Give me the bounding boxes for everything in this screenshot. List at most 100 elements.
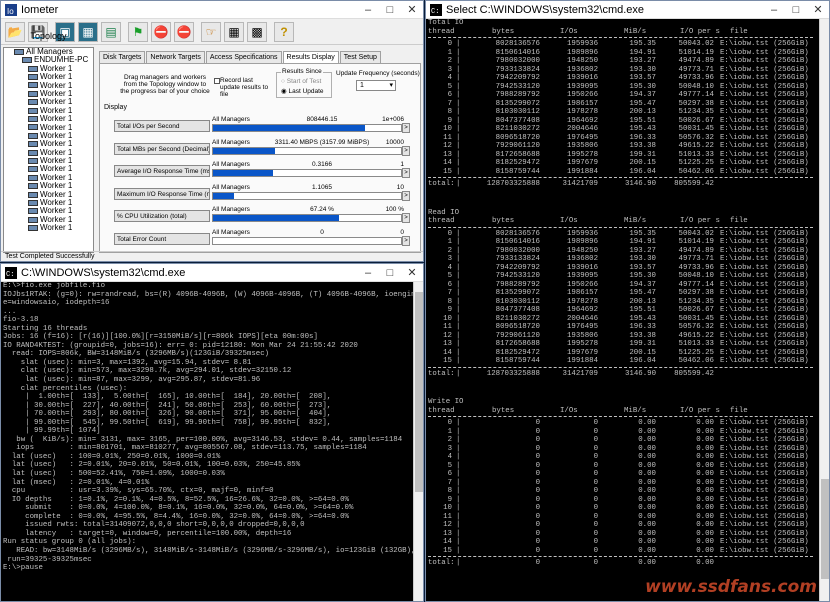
topology-worker[interactable]: Worker 1 bbox=[4, 224, 93, 232]
maximize-icon[interactable]: □ bbox=[785, 4, 807, 16]
metric-select-button[interactable]: Maximum I/O Response Time (ms) bbox=[114, 187, 210, 200]
config-icon[interactable]: ▦ bbox=[224, 21, 244, 42]
column-divider: | bbox=[456, 369, 461, 378]
metric-row: All Managers 808446.15 1e+006 > bbox=[212, 116, 410, 136]
metric-arrow-button[interactable]: > bbox=[402, 235, 410, 246]
stop-all-icon[interactable]: ⛔ bbox=[174, 21, 194, 42]
reset-icon[interactable]: ☞ bbox=[201, 21, 221, 42]
scrollbar-thumb[interactable] bbox=[415, 292, 423, 492]
table-cell: E:\iobw.tst (256GiB) bbox=[720, 340, 809, 348]
total-cell: 805599.42 bbox=[674, 369, 714, 378]
worker-icon bbox=[28, 132, 38, 139]
stop-icon[interactable]: ⛔ bbox=[151, 21, 171, 42]
cmd-scrollbar[interactable] bbox=[819, 19, 829, 601]
maximize-icon[interactable]: □ bbox=[379, 4, 401, 16]
table-cell: E:\iobw.tst (256GiB) bbox=[720, 255, 809, 263]
table-cell: E:\iobw.tst (256GiB) bbox=[720, 280, 809, 289]
metric-arrow-button[interactable]: > bbox=[402, 123, 410, 133]
radio-start-of-test[interactable]: ○ Start of Test bbox=[281, 78, 321, 85]
table-cell: 8182529472 bbox=[495, 348, 540, 357]
minimize-icon[interactable]: – bbox=[357, 267, 379, 279]
radio-last-update[interactable]: ◉ Last Update bbox=[281, 87, 324, 95]
console-line: | 1.00th=[ 133], 5.00th=[ 165], 10.00th=… bbox=[3, 393, 332, 402]
diskspd-output[interactable]: Total IO thread bytes I/Os MiB/s I/O per s fil… bbox=[426, 19, 819, 601]
metric-arrow-button[interactable]: > bbox=[402, 213, 410, 223]
table-cell: 3 bbox=[447, 255, 452, 263]
maximize-icon[interactable]: □ bbox=[379, 267, 401, 279]
table-cell: 50026.67 bbox=[678, 306, 714, 314]
topology-tree[interactable]: All Managers ENDUMHE-PC Worker 1 Worker 1 Wo… bbox=[3, 47, 94, 253]
column-divider: | bbox=[456, 133, 461, 142]
table-cell: 8096518720 bbox=[495, 323, 540, 331]
table-cell: 7 bbox=[447, 99, 452, 108]
console-line: lat (usec) : 2=0.01%, 20=0.01%, 50=0.01%… bbox=[3, 461, 301, 470]
minimize-icon[interactable]: – bbox=[763, 4, 785, 16]
help-icon[interactable]: ? bbox=[274, 21, 294, 42]
metric-bar-track bbox=[212, 191, 402, 200]
table-cell: 195.30 bbox=[629, 82, 656, 91]
table-cell: 49773.71 bbox=[678, 255, 714, 263]
section-title: Write IO bbox=[428, 398, 464, 406]
table-row: 11 8096518720 1976495 196.33 50576.32 E:\iobw… bbox=[428, 134, 819, 143]
total-cell: 128703325888 bbox=[486, 180, 540, 188]
worker-icon[interactable]: ▤ bbox=[101, 21, 121, 42]
start-icon[interactable]: ⚑ bbox=[128, 21, 148, 42]
minimize-icon[interactable]: – bbox=[357, 4, 379, 16]
table-cell: E:\iobw.tst (256GiB) bbox=[720, 40, 809, 48]
tab-test-setup[interactable]: Test Setup bbox=[339, 51, 381, 63]
table-cell: 49474.89 bbox=[678, 57, 714, 65]
tab-network-targets[interactable]: Network Targets bbox=[146, 51, 205, 63]
table-cell: 49777.14 bbox=[678, 91, 714, 99]
metric-select-button[interactable]: Total Error Count bbox=[114, 232, 210, 245]
column-divider: | bbox=[456, 142, 461, 150]
metric-select-button[interactable]: Average I/O Response Time (ms) bbox=[114, 165, 210, 177]
metric-select-button[interactable]: % CPU Utilization (total) bbox=[114, 210, 210, 222]
tab-access-specifications[interactable]: Access Specifications bbox=[205, 51, 282, 63]
table-cell: E:\iobw.tst (256GiB) bbox=[720, 74, 809, 82]
table-cell: E:\iobw.tst (256GiB) bbox=[720, 521, 809, 529]
table-cell: 8158759744 bbox=[495, 357, 540, 365]
column-divider: | bbox=[456, 99, 461, 108]
fio-titlebar[interactable]: C: C:\WINDOWS\system32\cmd.exe – □ ✕ bbox=[1, 264, 423, 282]
table-cell: 11 bbox=[443, 133, 452, 142]
column-divider: | bbox=[456, 116, 461, 125]
update-frequency-select[interactable]: 1 ▾ bbox=[356, 80, 396, 91]
column-divider: | bbox=[456, 529, 461, 538]
console-line: slat (usec): min=3, max=1392, avg=15.94,… bbox=[3, 358, 252, 367]
close-icon[interactable]: ✕ bbox=[401, 3, 423, 16]
table-cell: E:\iobw.tst (256GiB) bbox=[720, 495, 809, 504]
tab-results-display[interactable]: Results Display bbox=[282, 51, 339, 63]
metric-value: 0 bbox=[320, 228, 324, 236]
metric-arrow-button[interactable]: > bbox=[402, 145, 410, 156]
table-cell: 1978278 bbox=[566, 108, 598, 116]
iometer-titlebar[interactable]: Io Iometer – □ ✕ bbox=[1, 1, 423, 19]
metric-bar-fill bbox=[213, 192, 234, 199]
metric-arrow-button[interactable]: > bbox=[402, 190, 410, 201]
fio-console-output[interactable]: E:\>fio.exe jobfile.fio IOJbs1RTAK: (g=0)… bbox=[1, 282, 413, 601]
table-cell: 0 bbox=[535, 427, 540, 436]
status-bar: Test Completed Successfully bbox=[1, 251, 423, 261]
metric-select-button[interactable]: Total I/Os per Second bbox=[114, 120, 210, 132]
fio-scrollbar[interactable] bbox=[413, 282, 423, 601]
table-cell: E:\iobw.tst (256GiB) bbox=[720, 133, 809, 142]
worker-icon bbox=[28, 141, 38, 148]
metric-arrow-button[interactable]: > bbox=[402, 168, 410, 178]
table-cell: 2004646 bbox=[566, 314, 598, 323]
update-frequency-value: 1 bbox=[360, 82, 364, 89]
table-cell: 0.00 bbox=[696, 504, 714, 512]
table-cell: 1978278 bbox=[566, 297, 598, 306]
close-icon[interactable]: ✕ bbox=[401, 266, 423, 279]
close-icon[interactable]: ✕ bbox=[807, 3, 829, 16]
table-cell: E:\iobw.tst (256GiB) bbox=[720, 91, 809, 99]
cmd-titlebar[interactable]: C: Select C:\WINDOWS\system32\cmd.exe – … bbox=[426, 1, 829, 19]
table-row: 9 8047377408 1964692 195.51 50026.67 E:\iobw.… bbox=[428, 306, 819, 315]
tab-disk-targets[interactable]: Disk Targets bbox=[99, 51, 146, 63]
scrollbar-thumb[interactable] bbox=[821, 479, 829, 579]
metric-select-button[interactable]: Total MBs per Second (Decimal) bbox=[114, 142, 210, 155]
config2-icon[interactable]: ▩ bbox=[247, 21, 267, 42]
table-row: 7 8135299072 1986157 195.47 50297.38 E:\iobw.… bbox=[428, 100, 819, 109]
metric-bar-track bbox=[212, 236, 402, 245]
table-row: 10 8211030272 2004646 195.43 50031.45 E:\iobw… bbox=[428, 125, 819, 134]
table-cell: 51013.33 bbox=[678, 340, 714, 348]
worker-icon bbox=[28, 183, 38, 190]
